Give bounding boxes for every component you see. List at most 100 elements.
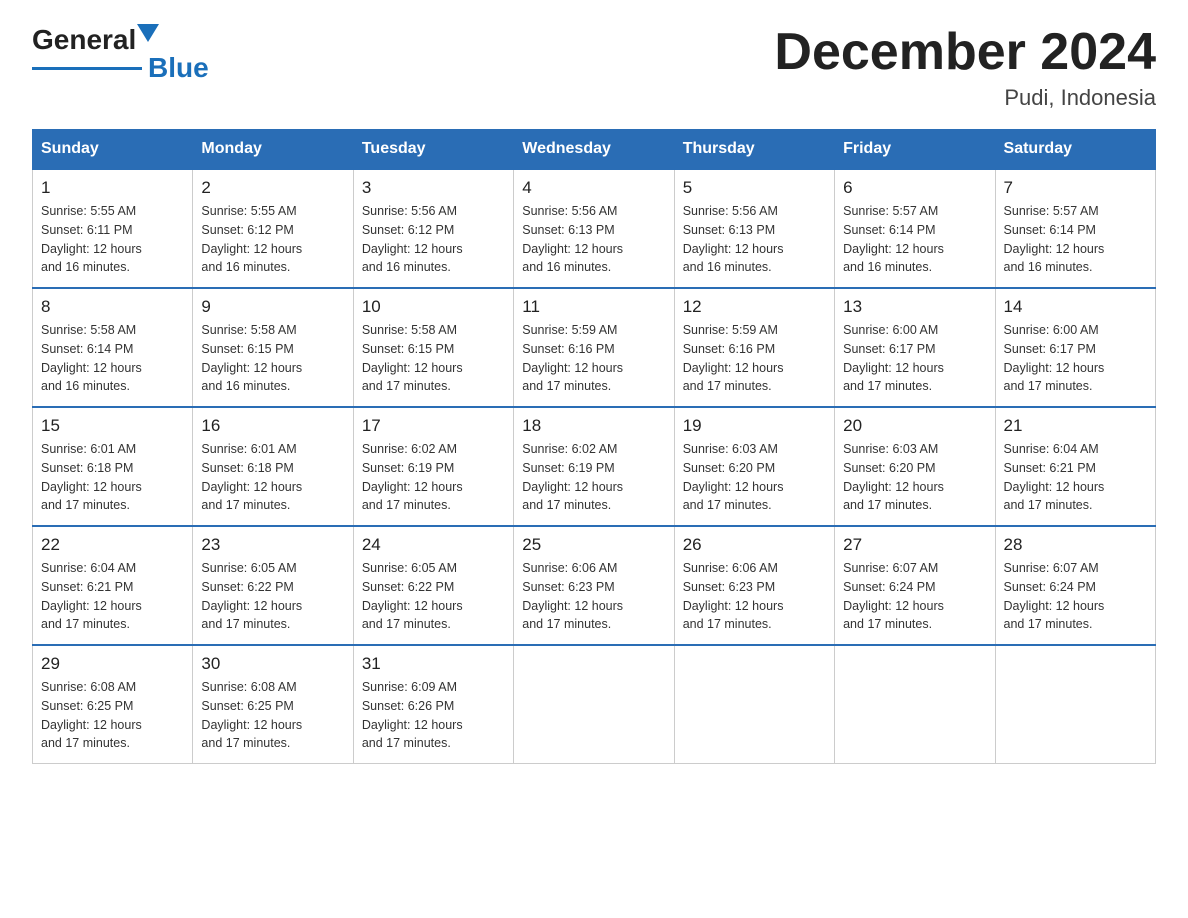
day-info: Sunrise: 6:00 AMSunset: 6:17 PMDaylight:… [843,321,986,396]
day-number: 18 [522,416,665,436]
calendar-day-cell: 10 Sunrise: 5:58 AMSunset: 6:15 PMDayligh… [353,288,513,407]
day-number: 13 [843,297,986,317]
day-info: Sunrise: 5:59 AMSunset: 6:16 PMDaylight:… [683,321,826,396]
day-number: 10 [362,297,505,317]
logo-underline [32,67,142,70]
day-info: Sunrise: 6:06 AMSunset: 6:23 PMDaylight:… [522,559,665,634]
day-info: Sunrise: 5:56 AMSunset: 6:13 PMDaylight:… [522,202,665,277]
day-number: 6 [843,178,986,198]
calendar-day-cell: 26 Sunrise: 6:06 AMSunset: 6:23 PMDayligh… [674,526,834,645]
calendar-day-cell: 13 Sunrise: 6:00 AMSunset: 6:17 PMDayligh… [835,288,995,407]
day-info: Sunrise: 5:55 AMSunset: 6:12 PMDaylight:… [201,202,344,277]
day-info: Sunrise: 6:09 AMSunset: 6:26 PMDaylight:… [362,678,505,753]
calendar-day-cell: 22Sunrise: 6:04 AMSunset: 6:21 PMDayligh… [33,526,193,645]
day-number: 25 [522,535,665,555]
calendar-day-cell: 25 Sunrise: 6:06 AMSunset: 6:23 PMDayligh… [514,526,674,645]
day-info: Sunrise: 5:58 AMSunset: 6:15 PMDaylight:… [362,321,505,396]
day-info: Sunrise: 6:04 AMSunset: 6:21 PMDaylight:… [41,559,184,634]
day-info: Sunrise: 6:08 AMSunset: 6:25 PMDaylight:… [201,678,344,753]
title-block: December 2024 Pudi, Indonesia [774,24,1156,111]
day-info: Sunrise: 6:03 AMSunset: 6:20 PMDaylight:… [843,440,986,515]
day-info: Sunrise: 6:02 AMSunset: 6:19 PMDaylight:… [522,440,665,515]
calendar-day-cell: 14 Sunrise: 6:00 AMSunset: 6:17 PMDayligh… [995,288,1155,407]
weekday-header-friday: Friday [835,130,995,170]
day-number: 27 [843,535,986,555]
calendar-day-cell: 18 Sunrise: 6:02 AMSunset: 6:19 PMDayligh… [514,407,674,526]
logo-blue: Blue [148,52,209,84]
calendar-week-row: 29Sunrise: 6:08 AMSunset: 6:25 PMDayligh… [33,645,1156,764]
page-header: General Blue December 2024 Pudi, Indones… [32,24,1156,111]
day-number: 21 [1004,416,1147,436]
calendar-day-cell: 9 Sunrise: 5:58 AMSunset: 6:15 PMDaylight… [193,288,353,407]
day-number: 26 [683,535,826,555]
calendar-day-cell: 29Sunrise: 6:08 AMSunset: 6:25 PMDayligh… [33,645,193,764]
calendar-empty-cell [995,645,1155,764]
calendar-day-cell: 15 Sunrise: 6:01 AMSunset: 6:18 PMDayligh… [33,407,193,526]
weekday-header-tuesday: Tuesday [353,130,513,170]
day-number: 31 [362,654,505,674]
day-number: 2 [201,178,344,198]
weekday-header-thursday: Thursday [674,130,834,170]
calendar-empty-cell [514,645,674,764]
calendar-day-cell: 6 Sunrise: 5:57 AMSunset: 6:14 PMDaylight… [835,169,995,288]
day-number: 17 [362,416,505,436]
day-info: Sunrise: 5:56 AMSunset: 6:12 PMDaylight:… [362,202,505,277]
day-number: 9 [201,297,344,317]
day-info: Sunrise: 5:58 AMSunset: 6:15 PMDaylight:… [201,321,344,396]
calendar-day-cell: 16Sunrise: 6:01 AMSunset: 6:18 PMDayligh… [193,407,353,526]
day-number: 4 [522,178,665,198]
calendar-day-cell: 24 Sunrise: 6:05 AMSunset: 6:22 PMDayligh… [353,526,513,645]
day-info: Sunrise: 6:03 AMSunset: 6:20 PMDaylight:… [683,440,826,515]
logo-triangle-icon [137,24,159,52]
day-number: 28 [1004,535,1147,555]
day-number: 3 [362,178,505,198]
calendar-subtitle: Pudi, Indonesia [774,85,1156,111]
day-number: 14 [1004,297,1147,317]
calendar-day-cell: 17 Sunrise: 6:02 AMSunset: 6:19 PMDayligh… [353,407,513,526]
calendar-day-cell: 2 Sunrise: 5:55 AMSunset: 6:12 PMDaylight… [193,169,353,288]
day-number: 11 [522,297,665,317]
calendar-empty-cell [674,645,834,764]
logo: General Blue [32,24,209,84]
day-number: 19 [683,416,826,436]
day-info: Sunrise: 6:08 AMSunset: 6:25 PMDaylight:… [41,678,184,753]
calendar-day-cell: 27 Sunrise: 6:07 AMSunset: 6:24 PMDayligh… [835,526,995,645]
day-info: Sunrise: 6:05 AMSunset: 6:22 PMDaylight:… [201,559,344,634]
calendar-week-row: 22Sunrise: 6:04 AMSunset: 6:21 PMDayligh… [33,526,1156,645]
day-info: Sunrise: 5:56 AMSunset: 6:13 PMDaylight:… [683,202,826,277]
day-info: Sunrise: 6:02 AMSunset: 6:19 PMDaylight:… [362,440,505,515]
weekday-header-sunday: Sunday [33,130,193,170]
day-number: 12 [683,297,826,317]
calendar-day-cell: 3 Sunrise: 5:56 AMSunset: 6:12 PMDaylight… [353,169,513,288]
day-info: Sunrise: 6:00 AMSunset: 6:17 PMDaylight:… [1004,321,1147,396]
day-number: 23 [201,535,344,555]
day-info: Sunrise: 6:07 AMSunset: 6:24 PMDaylight:… [843,559,986,634]
day-number: 1 [41,178,184,198]
day-number: 7 [1004,178,1147,198]
calendar-day-cell: 5 Sunrise: 5:56 AMSunset: 6:13 PMDaylight… [674,169,834,288]
calendar-week-row: 8Sunrise: 5:58 AMSunset: 6:14 PMDaylight… [33,288,1156,407]
calendar-day-cell: 23 Sunrise: 6:05 AMSunset: 6:22 PMDayligh… [193,526,353,645]
day-info: Sunrise: 6:05 AMSunset: 6:22 PMDaylight:… [362,559,505,634]
day-info: Sunrise: 5:57 AMSunset: 6:14 PMDaylight:… [1004,202,1147,277]
calendar-day-cell: 4 Sunrise: 5:56 AMSunset: 6:13 PMDaylight… [514,169,674,288]
calendar-day-cell: 1 Sunrise: 5:55 AMSunset: 6:11 PMDaylight… [33,169,193,288]
day-info: Sunrise: 6:07 AMSunset: 6:24 PMDaylight:… [1004,559,1147,634]
calendar-day-cell: 28 Sunrise: 6:07 AMSunset: 6:24 PMDayligh… [995,526,1155,645]
day-number: 15 [41,416,184,436]
calendar-empty-cell [835,645,995,764]
calendar-day-cell: 19 Sunrise: 6:03 AMSunset: 6:20 PMDayligh… [674,407,834,526]
day-number: 24 [362,535,505,555]
day-info: Sunrise: 5:57 AMSunset: 6:14 PMDaylight:… [843,202,986,277]
day-number: 5 [683,178,826,198]
calendar-day-cell: 20Sunrise: 6:03 AMSunset: 6:20 PMDayligh… [835,407,995,526]
day-info: Sunrise: 6:06 AMSunset: 6:23 PMDaylight:… [683,559,826,634]
calendar-day-cell: 12 Sunrise: 5:59 AMSunset: 6:16 PMDayligh… [674,288,834,407]
calendar-day-cell: 30Sunrise: 6:08 AMSunset: 6:25 PMDayligh… [193,645,353,764]
calendar-week-row: 1 Sunrise: 5:55 AMSunset: 6:11 PMDaylight… [33,169,1156,288]
day-info: Sunrise: 6:01 AMSunset: 6:18 PMDaylight:… [41,440,184,515]
day-info: Sunrise: 5:55 AMSunset: 6:11 PMDaylight:… [41,202,184,277]
day-info: Sunrise: 5:58 AMSunset: 6:14 PMDaylight:… [41,321,184,396]
day-number: 16 [201,416,344,436]
day-info: Sunrise: 6:04 AMSunset: 6:21 PMDaylight:… [1004,440,1147,515]
